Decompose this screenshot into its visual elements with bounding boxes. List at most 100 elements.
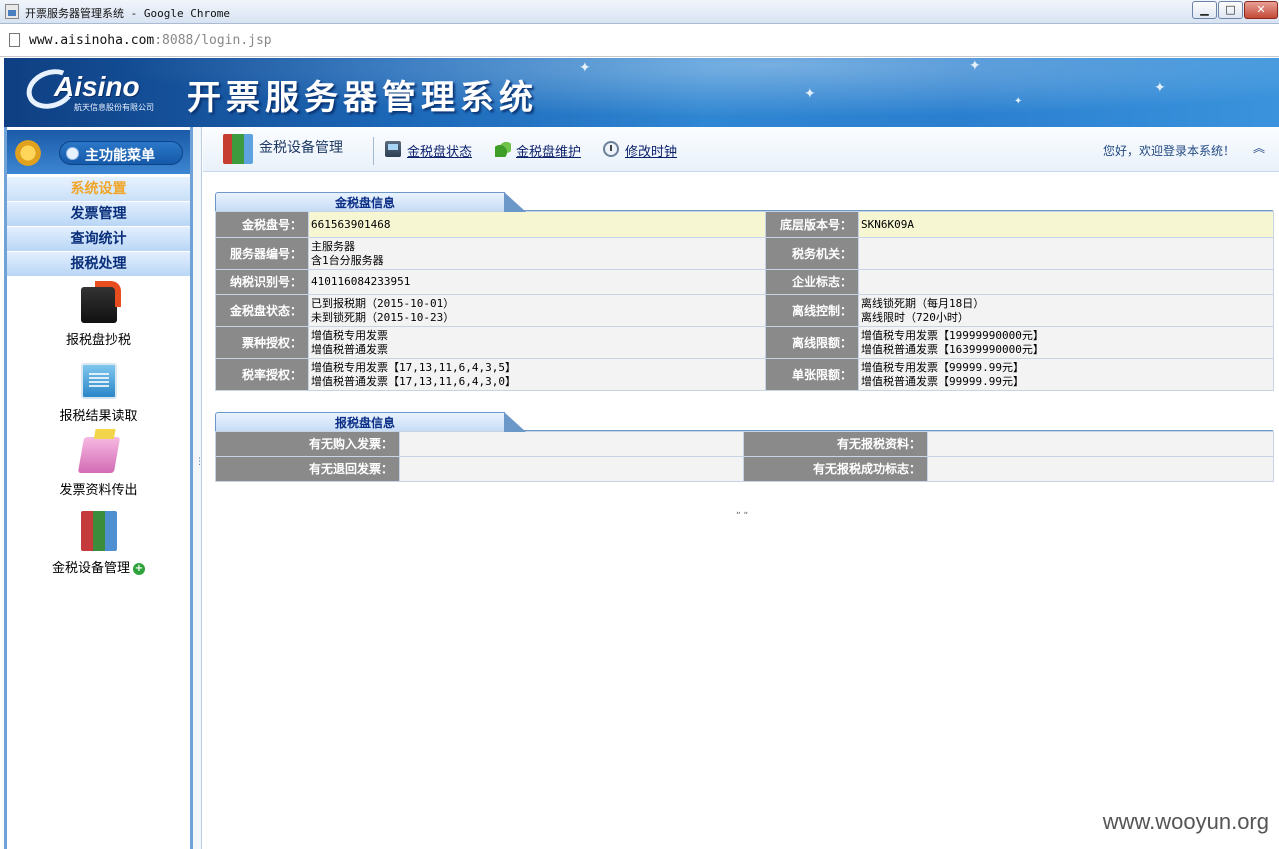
folder-icon: [77, 437, 120, 473]
splitter[interactable]: ⋮: [193, 127, 204, 849]
cell-value: [399, 456, 744, 482]
tool-read-result[interactable]: 报税结果读取: [7, 363, 190, 424]
page-icon: [9, 33, 20, 47]
panel-rule: [515, 210, 1273, 211]
toolbar-divider: [373, 137, 374, 165]
copy-tax-icon: [80, 281, 121, 323]
tax-disk-panel: 报税盘信息 有无购入发票： 有无报税资料： 有无退回发票： 有无报税成功标志：: [215, 412, 1274, 482]
golden-tax-table: 金税盘号： 661563901468 底层版本号： SKN6K09A 服务器编号…: [215, 211, 1274, 391]
cell-value: 增值税专用发票 增值税普通发票: [308, 326, 766, 359]
cell-label: 税率授权：: [215, 358, 309, 391]
books-icon: [223, 134, 253, 164]
cell-label: 税务机关：: [765, 237, 859, 270]
cell-value: [927, 431, 1274, 457]
cell-label: 纳税识别号：: [215, 269, 309, 295]
main-menu-button[interactable]: 主功能菜单: [59, 141, 183, 165]
main-content: 金税设备管理 金税盘状态 金税盘维护 修改时钟 您好，欢迎登录本系统！ ︽ 金税…: [203, 127, 1279, 849]
table-row: 纳税识别号： 410116084233951 企业标志：: [215, 269, 1274, 295]
cell-label: 服务器编号：: [215, 237, 309, 270]
panel-tab: 金税盘信息: [215, 192, 527, 212]
cell-label: 票种授权：: [215, 326, 309, 359]
panel-title: 金税盘信息: [335, 196, 396, 210]
golden-tax-panel: 金税盘信息 金税盘号： 661563901468 底层版本号： SKN6K09A…: [215, 192, 1274, 391]
cell-value: [399, 431, 744, 457]
watermark: www.wooyun.org: [1102, 809, 1269, 834]
cell-label: 企业标志：: [765, 269, 859, 295]
cell-label: 有无购入发票：: [215, 431, 400, 457]
panel-tab: 报税盘信息: [215, 412, 527, 432]
cell-value: 主服务器 含1台分服务器: [308, 237, 766, 270]
url-host: www.aisinoha.com: [29, 33, 155, 48]
sidebar-item-invoice-management[interactable]: 发票管理: [7, 202, 190, 227]
cell-value: [858, 269, 1274, 295]
tool-label: 报税结果读取: [59, 409, 138, 424]
cell-label: 有无报税资料：: [743, 431, 928, 457]
tax-disk-table: 有无购入发票： 有无报税资料： 有无退回发票： 有无报税成功标志：: [215, 431, 1274, 482]
cell-value: 离线锁死期（每月18日） 离线限时（720小时）: [858, 294, 1274, 327]
collapse-icon[interactable]: ︽: [1253, 139, 1265, 156]
cell-value: 661563901468: [308, 211, 766, 238]
chevron-down-icon: [66, 147, 79, 160]
window-title: 开票服务器管理系统 - Google Chrome: [25, 7, 230, 20]
app-title: 开票服务器管理系统: [187, 78, 538, 118]
tool-device-management[interactable]: 金税设备管理 +: [7, 511, 190, 576]
url-text[interactable]: www.aisinoha.com:8088/login.jsp: [29, 33, 272, 48]
tool-label: 发票资料传出: [59, 483, 138, 498]
sparkle-icon: ✦: [1014, 96, 1023, 107]
link-modify-clock[interactable]: 修改时钟: [625, 141, 677, 160]
sparkle-icon: ✦: [969, 58, 981, 74]
cell-label: 离线限额：: [765, 326, 859, 359]
address-bar[interactable]: www.aisinoha.com:8088/login.jsp: [0, 24, 1279, 57]
cell-label: 单张限额：: [765, 358, 859, 391]
sidebar-item-system-settings[interactable]: 系统设置: [7, 177, 190, 202]
table-row: 有无退回发票： 有无报税成功标志：: [215, 456, 1274, 482]
table-row: 票种授权： 增值税专用发票 增值税普通发票 离线限额： 增值税专用发票【1999…: [215, 326, 1274, 359]
sidebar-item-query-statistics[interactable]: 查询统计: [7, 227, 190, 252]
cell-value: 增值税专用发票【19999990000元】 增值税普通发票【1639999000…: [858, 326, 1274, 359]
cell-value: 410116084233951: [308, 269, 766, 295]
sidebar: 主功能菜单 系统设置 发票管理 查询统计 报税处理 报税盘抄税 报税结果读取 发…: [4, 127, 193, 849]
sparkle-icon: ✦: [1154, 80, 1166, 96]
logo-text: Aisino: [54, 71, 140, 102]
section-title: 金税设备管理: [259, 140, 343, 156]
sidebar-item-tax-processing[interactable]: 报税处理: [7, 252, 190, 277]
books-icon: [80, 511, 117, 551]
tool-label: 报税盘抄税: [65, 333, 131, 348]
cell-value: [927, 456, 1274, 482]
close-button[interactable]: ✕: [1244, 1, 1278, 19]
link-disk-status[interactable]: 金税盘状态: [407, 141, 472, 160]
tool-copy-tax[interactable]: 报税盘抄税: [7, 281, 190, 348]
maximize-button[interactable]: □: [1218, 1, 1243, 19]
sidebar-header: 主功能菜单: [7, 130, 190, 174]
cell-value: 增值税专用发票【99999.99元】 增值税普通发票【99999.99元】: [858, 358, 1274, 391]
browser-titlebar: 开票服务器管理系统 - Google Chrome ▁ □ ✕: [0, 0, 1279, 24]
url-path: :8088/login.jsp: [154, 33, 272, 48]
gear-icon: [13, 138, 43, 168]
panel-rule: [515, 430, 1273, 431]
leaf-icon: [495, 141, 511, 157]
cell-value: 增值税专用发票【17,13,11,6,4,3,5】 增值税普通发票【17,13,…: [308, 358, 766, 391]
cell-label: 金税盘号：: [215, 211, 309, 238]
welcome-text: 您好，欢迎登录本系统！: [1102, 144, 1235, 158]
toolbar: 金税设备管理 金税盘状态 金税盘维护 修改时钟 您好，欢迎登录本系统！ ︽: [203, 127, 1279, 172]
cell-value: 已到报税期（2015-10-01） 未到锁死期（2015-10-23）: [308, 294, 766, 327]
logo-subtitle: 航天信息股份有限公司: [74, 103, 154, 112]
plus-icon[interactable]: +: [133, 562, 145, 575]
sparkle-icon: ✦: [579, 60, 591, 76]
minimize-button[interactable]: ▁: [1192, 1, 1217, 19]
footmark: „ „: [736, 506, 749, 516]
table-row: 有无购入发票： 有无报税资料：: [215, 431, 1274, 457]
table-row: 税率授权： 增值税专用发票【17,13,11,6,4,3,5】 增值税普通发票【…: [215, 358, 1274, 391]
tool-label: 金税设备管理 +: [7, 557, 190, 576]
clock-icon: [603, 141, 619, 157]
tool-export-invoice[interactable]: 发票资料传出: [7, 437, 190, 498]
panel-title: 报税盘信息: [335, 416, 396, 430]
main-menu-label: 主功能菜单: [85, 148, 155, 164]
page-favicon-icon: [5, 4, 19, 19]
table-row: 金税盘状态： 已到报税期（2015-10-01） 未到锁死期（2015-10-2…: [215, 294, 1274, 327]
link-disk-maintenance[interactable]: 金税盘维护: [516, 141, 581, 160]
monitor-icon: [80, 363, 117, 399]
app-banner: Aisino 航天信息股份有限公司 开票服务器管理系统 ✦ ✦ ✦ ✦ ✦: [4, 58, 1279, 127]
tool-label-text: 金税设备管理: [51, 561, 130, 576]
table-row: 金税盘号： 661563901468 底层版本号： SKN6K09A: [215, 211, 1274, 238]
